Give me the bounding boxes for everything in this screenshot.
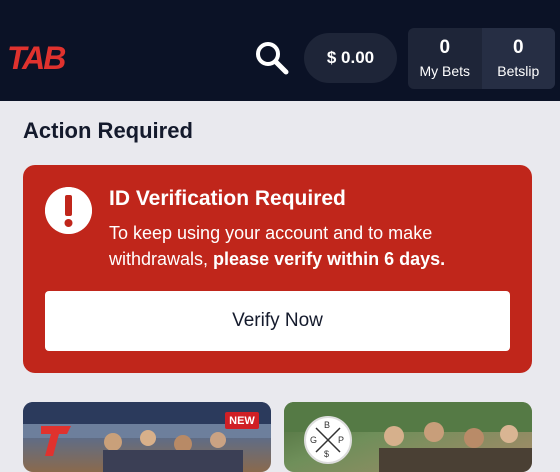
promo-card[interactable]: NEW xyxy=(23,402,271,472)
my-bets-label: My Bets xyxy=(419,62,471,79)
search-icon[interactable] xyxy=(254,40,290,76)
badge-letter: G xyxy=(310,435,318,445)
logo-text: TAB xyxy=(7,40,65,74)
exclamation-icon xyxy=(45,187,92,234)
balance-button[interactable]: $ 0.00 xyxy=(304,33,397,83)
top-header: TAB $ 0.00 0 My Bets 0 Betslip xyxy=(0,0,560,101)
balance-value: $ 0.00 xyxy=(326,48,375,67)
alert-body: To keep using your account and to make w… xyxy=(109,220,519,272)
promo-card[interactable]: B G P $ xyxy=(284,402,532,472)
gbp-badge: B G P $ xyxy=(304,416,352,464)
betslip-label: Betslip xyxy=(497,62,540,79)
my-bets-button[interactable]: 0 My Bets xyxy=(408,28,482,89)
id-verification-alert: ID Verification Required To keep using y… xyxy=(23,165,532,373)
badge-letter: B xyxy=(324,420,331,430)
section-title: Action Required xyxy=(23,118,193,143)
my-bets-count: 0 xyxy=(439,36,451,58)
verify-now-button[interactable]: Verify Now xyxy=(45,291,510,351)
alert-body-emphasis: please verify within 6 days. xyxy=(213,249,446,269)
betslip-count: 0 xyxy=(512,36,524,58)
badge-letter: $ xyxy=(324,449,330,459)
badge-letter: P xyxy=(338,435,345,445)
tab-logo[interactable]: TAB xyxy=(7,40,81,74)
new-badge: NEW xyxy=(225,412,259,429)
bets-summary: 0 My Bets 0 Betslip xyxy=(408,28,555,89)
tab-t-logo xyxy=(41,426,71,456)
betslip-button[interactable]: 0 Betslip xyxy=(481,28,555,89)
alert-title: ID Verification Required xyxy=(109,187,346,210)
